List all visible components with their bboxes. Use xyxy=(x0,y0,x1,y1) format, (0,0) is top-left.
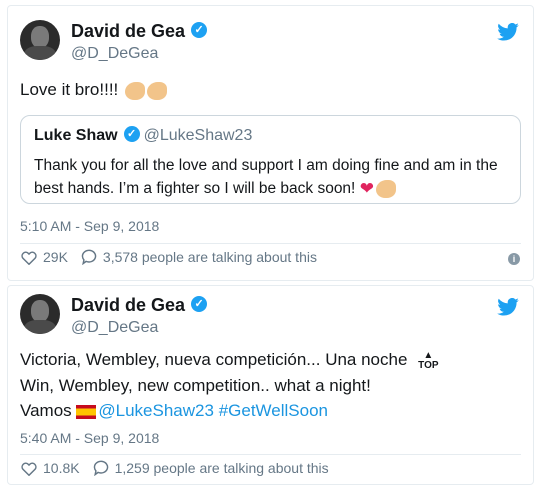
author-name[interactable]: David de Gea ✓ xyxy=(71,295,208,316)
top-label: TOP xyxy=(418,359,439,371)
quoted-text-content: Thank you for all the love and support I… xyxy=(34,157,498,197)
twitter-bird-icon[interactable] xyxy=(497,298,519,316)
avatar[interactable] xyxy=(20,20,60,60)
heart-like-icon[interactable] xyxy=(20,249,38,265)
tweet-text-line1: Victoria, Wembley, nueva competición... … xyxy=(20,349,439,371)
top-arrow-emoji: ▲ TOP xyxy=(418,349,439,371)
twitter-bird-icon[interactable] xyxy=(497,23,519,41)
spain-flag-emoji xyxy=(76,404,97,419)
quoted-tweet[interactable]: Luke Shaw ✓ @LukeShaw23 Thank you for all … xyxy=(20,115,521,204)
reply-bubble-icon[interactable] xyxy=(92,460,110,476)
verified-badge-icon: ✓ xyxy=(123,125,140,142)
flexed-biceps-emoji xyxy=(375,179,396,198)
author-name[interactable]: David de Gea ✓ xyxy=(71,21,208,42)
author-handle[interactable]: @D_DeGea xyxy=(71,319,158,337)
tweet-text-line3: Vamos @LukeShaw23 #GetWellSoon xyxy=(20,400,328,422)
tweet-actions: 10.8K 1,259 people are talking about thi… xyxy=(20,460,341,476)
tweet-text-content: Love it bro!!!! xyxy=(20,80,119,99)
tweet-card-1: David de Gea ✓ @D_DeGea Love it bro!!!! L… xyxy=(7,5,534,281)
tweet-text: Love it bro!!!! xyxy=(20,79,168,101)
tweet-line3-prefix: Vamos xyxy=(20,401,72,420)
quoted-author-name[interactable]: Luke Shaw xyxy=(34,127,118,144)
hashtag-link[interactable]: #GetWellSoon xyxy=(219,401,328,420)
verified-badge-icon: ✓ xyxy=(191,296,208,313)
heart-like-icon[interactable] xyxy=(20,460,38,476)
author-handle[interactable]: @D_DeGea xyxy=(71,45,158,63)
red-heart-emoji: ❤ xyxy=(359,179,374,199)
avatar[interactable] xyxy=(20,294,60,334)
author-name-text[interactable]: David de Gea xyxy=(71,21,185,41)
timestamp[interactable]: 5:10 AM - Sep 9, 2018 xyxy=(20,218,159,234)
info-icon[interactable]: i xyxy=(508,253,520,265)
author-name-text[interactable]: David de Gea xyxy=(71,295,185,315)
tweet-line1: Victoria, Wembley, nueva competición... … xyxy=(20,350,408,369)
divider xyxy=(20,243,521,244)
quoted-author-handle[interactable]: @LukeShaw23 xyxy=(144,127,253,144)
flexed-biceps-emoji xyxy=(147,81,168,100)
reply-bubble-icon[interactable] xyxy=(80,249,98,265)
divider xyxy=(20,454,521,455)
like-count: 29K xyxy=(43,249,68,265)
verified-badge-icon: ✓ xyxy=(191,22,208,39)
quoted-text: Thank you for all the love and support I… xyxy=(34,154,504,200)
talking-count[interactable]: 3,578 people are talking about this xyxy=(103,249,317,265)
mention-link[interactable]: @LukeShaw23 xyxy=(98,401,214,420)
timestamp[interactable]: 5:40 AM - Sep 9, 2018 xyxy=(20,430,159,446)
tweet-actions: 29K 3,578 people are talking about this xyxy=(20,249,329,265)
flexed-biceps-emoji xyxy=(125,81,146,100)
quoted-author[interactable]: Luke Shaw ✓ @LukeShaw23 xyxy=(34,125,253,145)
talking-count[interactable]: 1,259 people are talking about this xyxy=(115,460,329,476)
like-count: 10.8K xyxy=(43,460,80,476)
tweet-line2: Win, Wembley, new competition.. what a n… xyxy=(20,376,371,395)
tweet-card-2: David de Gea ✓ @D_DeGea Victoria, Wembley… xyxy=(7,285,534,485)
